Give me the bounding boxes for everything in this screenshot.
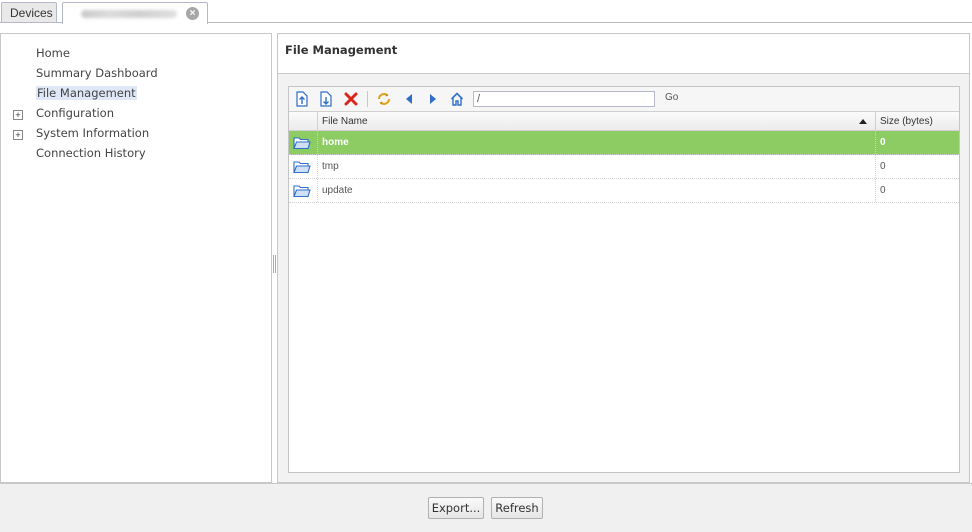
- download-icon: [320, 91, 332, 107]
- footer-bar: Export... Refresh: [0, 483, 972, 532]
- nav-item-home[interactable]: Home: [36, 46, 70, 60]
- forward-button[interactable]: [424, 90, 442, 108]
- close-icon[interactable]: ×: [186, 7, 199, 20]
- tab-device-detail[interactable]: ×: [62, 2, 208, 24]
- tab-devices-label: Devices: [10, 6, 53, 20]
- export-button[interactable]: Export...: [428, 497, 484, 519]
- file-name-cell: home: [317, 131, 875, 154]
- folder-cell: [289, 179, 317, 202]
- file-name-cell: tmp: [317, 155, 875, 178]
- column-header-size-label: Size (bytes): [880, 116, 933, 127]
- file-toolbar: Go: [289, 87, 959, 111]
- arrow-right-icon: [430, 94, 436, 104]
- nav-panel: Home Summary Dashboard File Management +…: [0, 33, 272, 483]
- nav-item-connection-history[interactable]: Connection History: [36, 146, 146, 160]
- table-row[interactable]: tmp 0: [289, 155, 959, 179]
- column-header-file-name[interactable]: File Name: [317, 112, 875, 131]
- arrow-left-icon: [406, 94, 412, 104]
- upload-icon: [296, 91, 308, 107]
- panel-header: File Management: [278, 34, 969, 74]
- file-name-cell: update: [317, 179, 875, 202]
- tab-devices[interactable]: Devices: [1, 2, 57, 23]
- delete-button[interactable]: [342, 90, 360, 108]
- table-row[interactable]: update 0: [289, 179, 959, 203]
- toolbar-separator: [367, 91, 368, 107]
- folder-cell: [289, 155, 317, 178]
- nav-item-configuration[interactable]: Configuration: [36, 106, 114, 120]
- file-size-cell: 0: [875, 155, 959, 178]
- file-size-cell: 0: [875, 179, 959, 202]
- file-management-panel: File Management / Go File Name Size (byt…: [277, 33, 970, 483]
- expand-icon[interactable]: +: [13, 110, 23, 120]
- download-file-button[interactable]: [317, 90, 335, 108]
- tab-bar: Devices ×: [0, 0, 972, 24]
- table-row[interactable]: home 0: [289, 131, 959, 155]
- path-input[interactable]: [473, 91, 655, 107]
- page-title: File Management: [285, 43, 398, 57]
- sort-ascending-icon: [859, 119, 867, 124]
- folder-cell: [289, 131, 317, 154]
- home-button[interactable]: [448, 90, 466, 108]
- folder-icon: [293, 136, 311, 149]
- folder-icon: [293, 184, 311, 197]
- upload-file-button[interactable]: [293, 90, 311, 108]
- column-header-file-name-label: File Name: [322, 116, 368, 127]
- file-size-cell: 0: [875, 131, 959, 154]
- folder-icon: [293, 160, 311, 173]
- sync-icon: [378, 93, 390, 105]
- nav-item-summary-dashboard[interactable]: Summary Dashboard: [36, 66, 158, 80]
- grid-header: File Name Size (bytes): [289, 111, 959, 131]
- nav-item-system-information[interactable]: System Information: [36, 126, 149, 140]
- go-button[interactable]: Go: [665, 92, 678, 103]
- nav-item-file-management[interactable]: File Management: [36, 86, 137, 100]
- file-grid: Go File Name Size (bytes) home 0: [288, 86, 960, 473]
- back-button[interactable]: [400, 90, 418, 108]
- column-header-size[interactable]: Size (bytes): [875, 112, 959, 131]
- expand-icon[interactable]: +: [13, 130, 23, 140]
- delete-icon: [344, 92, 358, 106]
- redacted-device-name: [81, 10, 177, 18]
- splitter-grip-icon[interactable]: [273, 255, 276, 273]
- sync-button[interactable]: [375, 90, 393, 108]
- refresh-button[interactable]: Refresh: [491, 497, 543, 519]
- home-icon: [450, 92, 464, 106]
